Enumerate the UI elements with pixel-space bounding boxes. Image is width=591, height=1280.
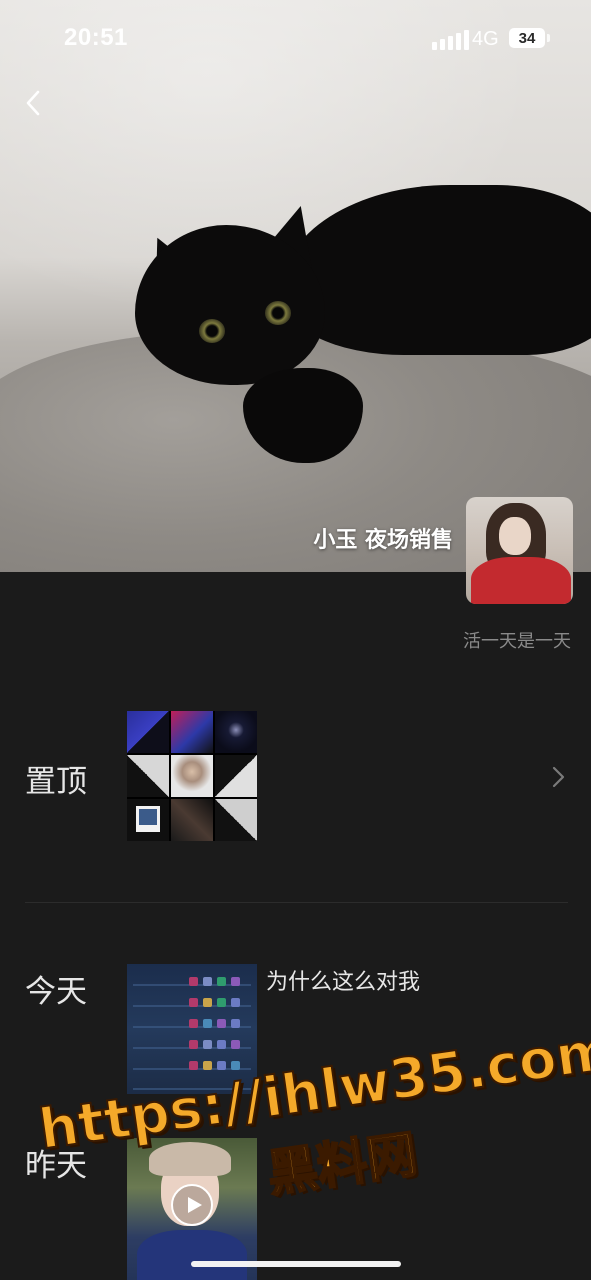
divider bbox=[25, 902, 568, 903]
pinned-label: 置顶 bbox=[25, 764, 87, 800]
moments-page: 20:51 4G 34 小玉 夜场销售 活一天是一天 置顶 今天 为什么这么对我… bbox=[0, 0, 591, 1280]
play-icon[interactable] bbox=[171, 1184, 213, 1226]
pinned-photo-7 bbox=[127, 799, 169, 841]
cat-eye-left bbox=[199, 319, 225, 343]
avatar-face bbox=[499, 517, 531, 555]
pinned-photo-9 bbox=[215, 799, 257, 841]
yesterday-hat bbox=[149, 1142, 231, 1176]
watermark: https://ihlw35.com 黑料网 bbox=[31, 993, 591, 1236]
cover-photo[interactable] bbox=[0, 0, 591, 572]
watermark-url: https://ihlw35.com bbox=[34, 1017, 591, 1163]
pinned-photo-6 bbox=[215, 755, 257, 797]
pinned-photo-8 bbox=[171, 799, 213, 841]
home-indicator[interactable] bbox=[191, 1261, 401, 1267]
battery-icon: 34 bbox=[509, 28, 545, 48]
network-type: 4G bbox=[472, 28, 499, 50]
watermark-name: 黑料网 bbox=[263, 1124, 422, 1204]
avatar[interactable] bbox=[466, 497, 573, 604]
pinned-photo-1 bbox=[127, 711, 169, 753]
pinned-photo-4 bbox=[127, 755, 169, 797]
today-post-text[interactable]: 为什么这么对我 bbox=[266, 964, 420, 996]
chevron-right-icon[interactable] bbox=[548, 764, 568, 790]
yesterday-shirt bbox=[137, 1230, 247, 1280]
today-label: 今天 bbox=[25, 974, 87, 1010]
status-bar: 20:51 4G 34 bbox=[0, 0, 591, 80]
cat-eye-right bbox=[265, 301, 291, 325]
avatar-sweater bbox=[471, 557, 571, 604]
yesterday-label: 昨天 bbox=[25, 1148, 87, 1184]
pinned-photo-2 bbox=[171, 711, 213, 753]
pinned-post-thumbnail[interactable] bbox=[127, 711, 257, 841]
back-button[interactable] bbox=[18, 88, 48, 118]
profile-signature: 活一天是一天 bbox=[463, 631, 571, 652]
profile-nickname: 小玉 夜场销售 bbox=[313, 528, 453, 553]
back-icon bbox=[26, 90, 40, 116]
signal-icon bbox=[432, 30, 469, 50]
today-post-thumbnail[interactable] bbox=[127, 964, 257, 1094]
status-time: 20:51 bbox=[64, 24, 128, 51]
pinned-photo-3 bbox=[215, 711, 257, 753]
battery-cap bbox=[547, 34, 550, 42]
pinned-photo-5 bbox=[171, 755, 213, 797]
